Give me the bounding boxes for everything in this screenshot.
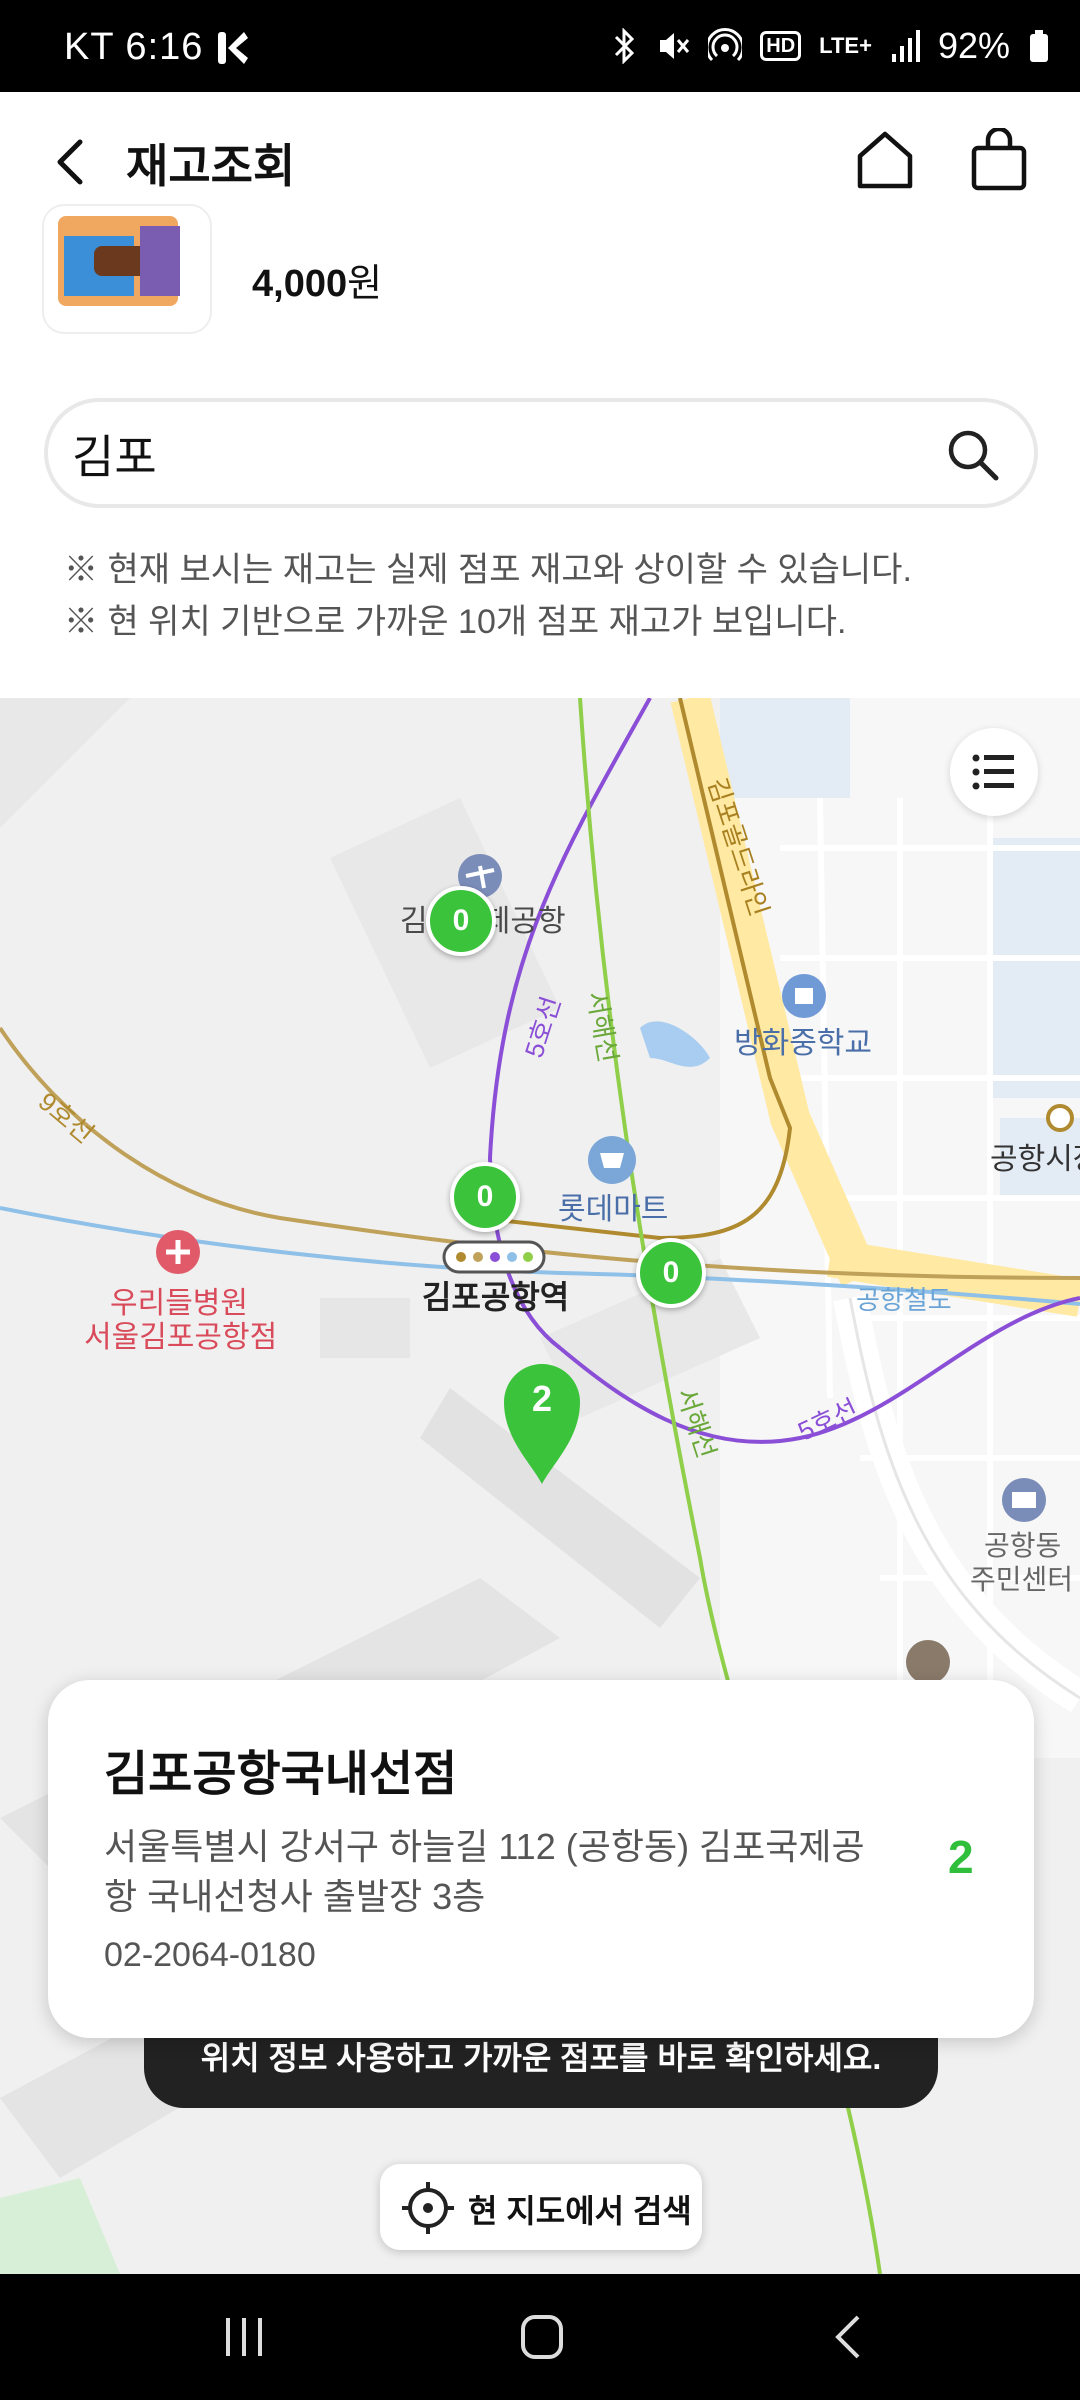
k-app-icon bbox=[218, 32, 248, 64]
crosshair-icon bbox=[402, 2182, 454, 2234]
back-icon[interactable] bbox=[44, 134, 100, 190]
home-icon[interactable] bbox=[852, 128, 918, 194]
carrier-time: KT 6:16 bbox=[64, 26, 204, 68]
search-this-area-label: 현 지도에서 검색 bbox=[468, 2193, 692, 2229]
product-price: 4,000원 bbox=[252, 252, 382, 307]
selected-store-count: 2 bbox=[531, 1378, 553, 1419]
store-marker[interactable]: 0 bbox=[450, 1162, 520, 1232]
store-name: 김포공항국내선점 bbox=[104, 1748, 458, 1801]
store-info-card[interactable]: 김포공항국내선점 서울특별시 강서구 하늘길 112 (공항동) 김포국제공항 … bbox=[48, 1680, 1034, 2038]
hotspot-icon bbox=[708, 28, 743, 62]
search-icon[interactable] bbox=[946, 428, 1000, 482]
price-currency: 원 bbox=[347, 263, 383, 305]
store-marker[interactable]: 0 bbox=[426, 886, 496, 956]
store-phone[interactable]: 02-2064-0180 bbox=[104, 1936, 316, 1975]
mute-icon bbox=[660, 33, 690, 59]
map-label-station: 김포공항역 bbox=[422, 1279, 570, 1315]
map-label-hospital-2: 서울김포공항점 bbox=[84, 1321, 278, 1354]
notice-stock-difference: ※ 현재 보시는 재고는 실제 점포 재고와 상이할 수 있습니다. bbox=[64, 551, 912, 589]
status-bar: KT 6:16 HD LTE+ 92% bbox=[0, 0, 1080, 92]
home-nav-icon[interactable] bbox=[518, 2312, 566, 2362]
store-marker[interactable]: 0 bbox=[636, 1238, 706, 1308]
page-title: 재고조회 bbox=[126, 140, 296, 192]
store-address: 서울특별시 강서구 하늘길 112 (공항동) 김포국제공항 국내선청사 출발장… bbox=[104, 1826, 865, 1917]
search-input[interactable] bbox=[70, 416, 934, 492]
recent-apps-icon[interactable] bbox=[222, 2314, 266, 2360]
location-toast[interactable]: 위치 정보 사용하고 가까운 점포를 바로 확인하세요. bbox=[144, 2028, 938, 2108]
product-summary: 4,000원 bbox=[0, 204, 1080, 344]
back-nav-icon[interactable] bbox=[828, 2312, 868, 2362]
battery-icon bbox=[1030, 30, 1048, 62]
store-search-box bbox=[44, 398, 1038, 508]
system-nav-bar bbox=[0, 2274, 1080, 2400]
battery-percent: 92% bbox=[937, 25, 1010, 66]
store-stock-count: 2 bbox=[948, 1831, 974, 1883]
selected-store-pin[interactable]: 2 bbox=[500, 1358, 584, 1486]
product-thumbnail bbox=[42, 204, 212, 334]
signal-icon bbox=[891, 30, 920, 62]
map-label-school: 방화중학교 bbox=[734, 1027, 872, 1060]
shopping-bag-icon[interactable] bbox=[966, 128, 1032, 194]
map-label-city: 공항시장 bbox=[990, 1143, 1080, 1176]
map-label-mart: 롯데마트 bbox=[558, 1193, 669, 1226]
bluetooth-icon bbox=[615, 28, 635, 64]
hd-badge: HD bbox=[760, 31, 802, 61]
list-icon bbox=[972, 754, 1014, 790]
map-label-community-2: 주민센터 bbox=[970, 1564, 1074, 1595]
price-value: 4,000 bbox=[252, 263, 348, 305]
search-this-area-button[interactable]: 현 지도에서 검색 bbox=[380, 2164, 702, 2250]
list-view-button[interactable] bbox=[950, 728, 1038, 816]
lte-badge: LTE+ bbox=[819, 33, 872, 58]
map-label-airport-rail: 공항철도 bbox=[856, 1285, 952, 1315]
notice-nearby-stores: ※ 현 위치 기반으로 가까운 10개 점포 재고가 보입니다. bbox=[64, 603, 847, 641]
